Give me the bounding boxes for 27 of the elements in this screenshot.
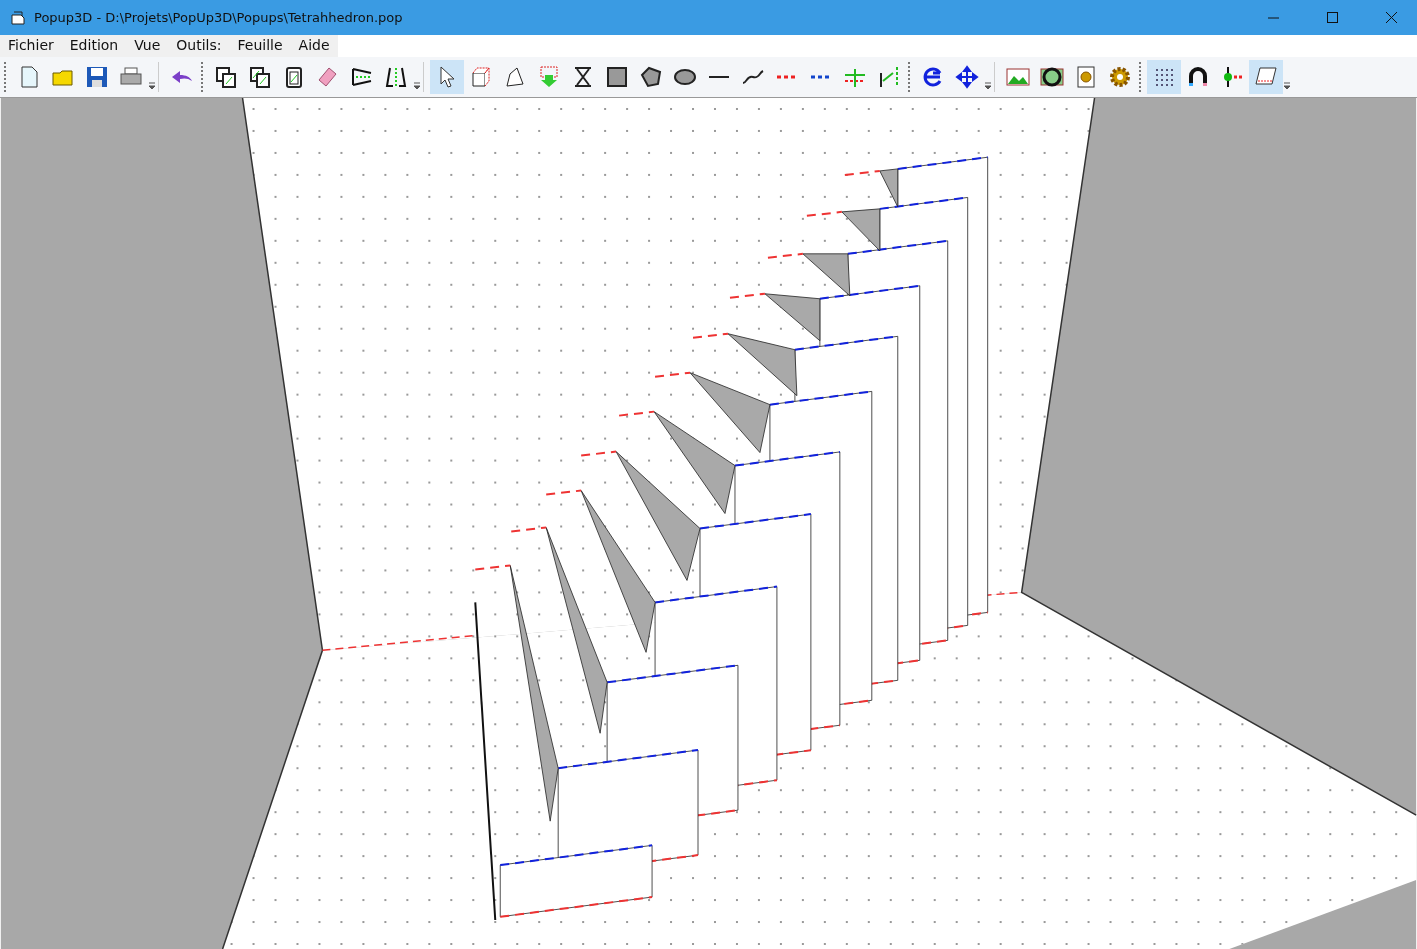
dropdown-caret-icon[interactable] <box>148 82 156 90</box>
angle-icon <box>877 65 901 89</box>
menu-item[interactable]: Vue <box>126 35 169 57</box>
magnet-icon <box>1186 65 1210 89</box>
dropdown-caret-icon[interactable] <box>1283 82 1291 90</box>
app-logo-icon <box>10 9 26 26</box>
image-icon <box>1006 65 1030 89</box>
line-icon <box>707 75 731 79</box>
push-icon <box>537 65 561 89</box>
copy-icon <box>214 65 238 89</box>
menu-item[interactable]: Feuille <box>229 35 291 57</box>
maximize-icon <box>1327 12 1338 23</box>
dropdown-caret-icon[interactable] <box>984 82 992 90</box>
move-icon <box>955 65 979 89</box>
window-title: Popup3D - D:\Projets\PopUp3D\Popups\Tetrahhedron.pop <box>34 10 404 25</box>
menu-item[interactable]: Aide <box>290 35 338 57</box>
dropdown-caret-icon[interactable] <box>413 82 421 90</box>
box-icon <box>469 65 493 89</box>
duplicate-icon <box>248 65 272 89</box>
polygon-icon <box>639 65 663 89</box>
menu-item[interactable]: Fichier <box>0 35 62 57</box>
menu-item[interactable]: Edition <box>61 35 127 57</box>
rect-icon <box>605 65 629 89</box>
settings-icon <box>1108 65 1132 89</box>
save-icon <box>85 65 109 89</box>
close-icon <box>1386 12 1397 23</box>
menu-item[interactable]: Outils: <box>168 35 230 57</box>
